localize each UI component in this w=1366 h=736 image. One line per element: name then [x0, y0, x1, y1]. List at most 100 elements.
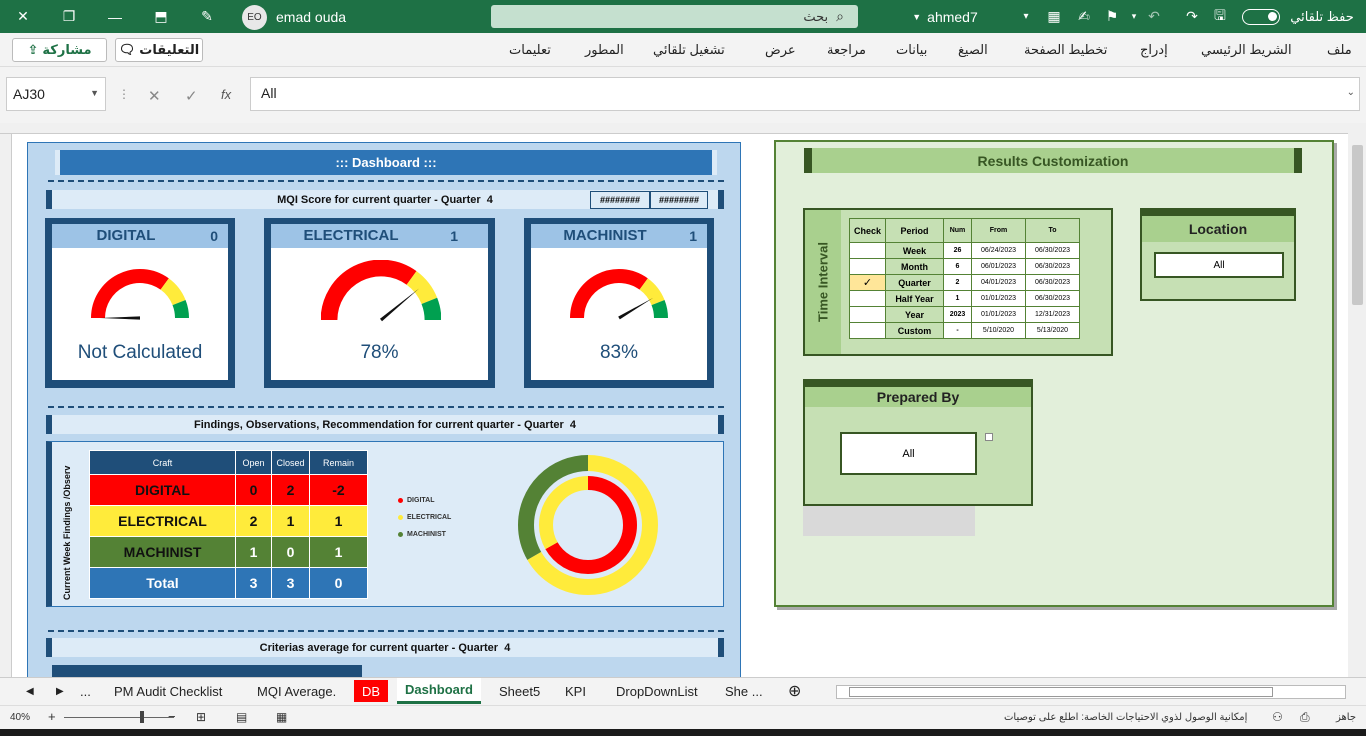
- autosave-toggle[interactable]: [1242, 9, 1280, 25]
- criterias-table-header: [52, 665, 362, 677]
- gauge-count: 0: [210, 228, 218, 244]
- comments-button[interactable]: 🗨 التعليقات: [115, 38, 203, 62]
- worksheet[interactable]: ::: Dashboard ::: MQI Score for current …: [12, 134, 1348, 677]
- tab-help[interactable]: تعليمات: [509, 33, 551, 67]
- table-cell: 04/01/2023: [971, 274, 1026, 291]
- criterias-section-title: Criterias average for current quarter - …: [46, 638, 724, 657]
- sheet-tab[interactable]: MQI Average.: [249, 678, 344, 704]
- tab-developer[interactable]: المطور: [585, 33, 624, 67]
- enter-icon[interactable]: ✓: [185, 87, 198, 105]
- formula-input[interactable]: All ⌄: [250, 77, 1360, 111]
- table-cell: 2: [271, 474, 310, 506]
- search-input[interactable]: بحث ⌕: [491, 5, 858, 28]
- dropdown-handle-icon[interactable]: [985, 433, 993, 441]
- period-table: Check Period Num From To Week 26 06/24/202…: [849, 218, 1080, 339]
- page-break-view-icon[interactable]: ⊞: [196, 710, 206, 724]
- prev-sheet-icon[interactable]: ◀: [18, 678, 42, 704]
- sheet-tab[interactable]: DropDownList: [608, 678, 706, 704]
- period-checkbox[interactable]: ✓: [849, 274, 886, 291]
- dashboard-title: ::: Dashboard :::: [55, 150, 717, 175]
- legend-item: ELECTRICAL: [398, 514, 451, 521]
- scroll-thumb[interactable]: [1352, 145, 1363, 305]
- location-dropdown[interactable]: All: [1154, 252, 1284, 278]
- redo-icon[interactable]: ↷: [1180, 0, 1204, 33]
- gauge-band: [421, 297, 441, 321]
- zoom-out-icon[interactable]: +: [48, 709, 56, 724]
- period-checkbox[interactable]: [849, 258, 886, 275]
- period-checkbox[interactable]: [849, 242, 886, 259]
- findings-quarter: 4: [569, 418, 577, 431]
- page-layout-view-icon[interactable]: ▤: [236, 710, 247, 724]
- accessibility-icon: ⚇: [1272, 710, 1283, 724]
- gauge-band: [172, 299, 189, 319]
- expand-formula-icon[interactable]: ⌄: [1347, 87, 1355, 98]
- scroll-thumb[interactable]: [849, 687, 1273, 697]
- tab-file[interactable]: ملف: [1327, 33, 1352, 67]
- close-icon[interactable]: ✕: [8, 0, 38, 33]
- zoom-slider[interactable]: [64, 711, 174, 723]
- zoom-in-icon[interactable]: −: [168, 709, 176, 724]
- table-row: Custom -5/10/2020 5/13/2020: [849, 322, 1080, 339]
- normal-view-icon[interactable]: ▦: [276, 710, 287, 724]
- cancel-icon[interactable]: ✕: [148, 87, 161, 105]
- form-icon[interactable]: ▦: [1042, 0, 1066, 33]
- table-row: Week 26 06/24/2023 06/30/2023: [849, 242, 1080, 259]
- row-headers[interactable]: [0, 134, 12, 677]
- sheet-tab-more[interactable]: ...: [72, 678, 99, 704]
- avatar[interactable]: EO: [242, 5, 267, 30]
- autosave-label: حفظ تلقائي: [1290, 8, 1354, 24]
- period-checkbox[interactable]: [849, 322, 886, 339]
- hash-cell-1: ########: [590, 191, 650, 209]
- comment-icon: 🗨: [118, 42, 136, 57]
- pen-icon[interactable]: ✎: [192, 0, 222, 33]
- tab-formulas[interactable]: الصيغ: [958, 33, 988, 67]
- col-header: Period: [885, 218, 944, 243]
- undo-dropdown-icon[interactable]: ▾: [1126, 0, 1142, 33]
- customize-qat-icon[interactable]: ▾: [1016, 0, 1036, 33]
- tab-insert[interactable]: إدراج: [1140, 33, 1168, 67]
- name-box[interactable]: AJ30 ▼: [6, 77, 106, 111]
- insert-function-icon[interactable]: fx: [221, 87, 231, 102]
- tab-automate[interactable]: تشغيل تلقائي: [653, 33, 725, 67]
- tab-review[interactable]: مراجعة: [827, 33, 866, 67]
- sheet-tab[interactable]: Sheet5: [491, 678, 548, 704]
- accessibility-status[interactable]: إمكانية الوصول لذوي الاحتياجات الخاصة: ا…: [1004, 712, 1247, 723]
- tab-view[interactable]: عرض: [765, 33, 796, 67]
- table-cell: 1: [309, 505, 368, 537]
- undo-icon[interactable]: ↶: [1142, 0, 1166, 33]
- table-cell: 0: [235, 474, 272, 506]
- zoom-level[interactable]: 40%: [10, 712, 30, 723]
- zoom-slider-thumb[interactable]: [140, 711, 144, 723]
- table-cell: 3: [271, 567, 310, 599]
- sheet-tab[interactable]: PM Audit Checklist: [106, 678, 230, 704]
- col-header: Closed: [271, 450, 310, 475]
- share-button[interactable]: ⇪ مشاركة: [12, 38, 107, 62]
- edit-form-icon[interactable]: ✍: [1072, 0, 1096, 33]
- table-cell: 06/01/2023: [971, 258, 1026, 275]
- column-headers[interactable]: [0, 123, 1366, 134]
- minimize-icon[interactable]: —: [100, 0, 130, 33]
- file-account-menu[interactable]: ▼ ahmed7: [900, 0, 990, 33]
- vertical-scrollbar[interactable]: [1348, 123, 1366, 677]
- add-sheet-icon[interactable]: ⊕: [780, 678, 809, 704]
- save-icon[interactable]: 🖫: [1208, 0, 1232, 33]
- tab-home[interactable]: الشريط الرئيسي: [1201, 33, 1292, 67]
- ribbon-display-icon[interactable]: ⬒: [146, 0, 176, 33]
- chevron-down-icon: ▼: [90, 88, 99, 98]
- tab-page-layout[interactable]: تخطيط الصفحة: [1024, 33, 1107, 67]
- sheet-tab[interactable]: KPI: [557, 678, 594, 704]
- prepared-by-dropdown[interactable]: All: [840, 432, 977, 475]
- table-row: ELECTRICAL 2 1 1: [89, 505, 368, 537]
- sheet-tab-active[interactable]: Dashboard: [397, 678, 481, 704]
- restore-icon[interactable]: ❐: [54, 0, 84, 33]
- sheet-tab-db[interactable]: DB: [354, 680, 389, 702]
- table-cell: Total: [89, 567, 236, 599]
- next-sheet-icon[interactable]: ▶: [48, 678, 72, 704]
- legend-label: ELECTRICAL: [407, 514, 452, 521]
- period-checkbox[interactable]: [849, 306, 886, 323]
- sheet-tab[interactable]: She ...: [717, 678, 771, 704]
- tab-data[interactable]: بيانات: [896, 33, 927, 67]
- brush-icon[interactable]: ⚑: [1100, 0, 1124, 33]
- horizontal-scrollbar[interactable]: [836, 685, 1346, 699]
- period-checkbox[interactable]: [849, 290, 886, 307]
